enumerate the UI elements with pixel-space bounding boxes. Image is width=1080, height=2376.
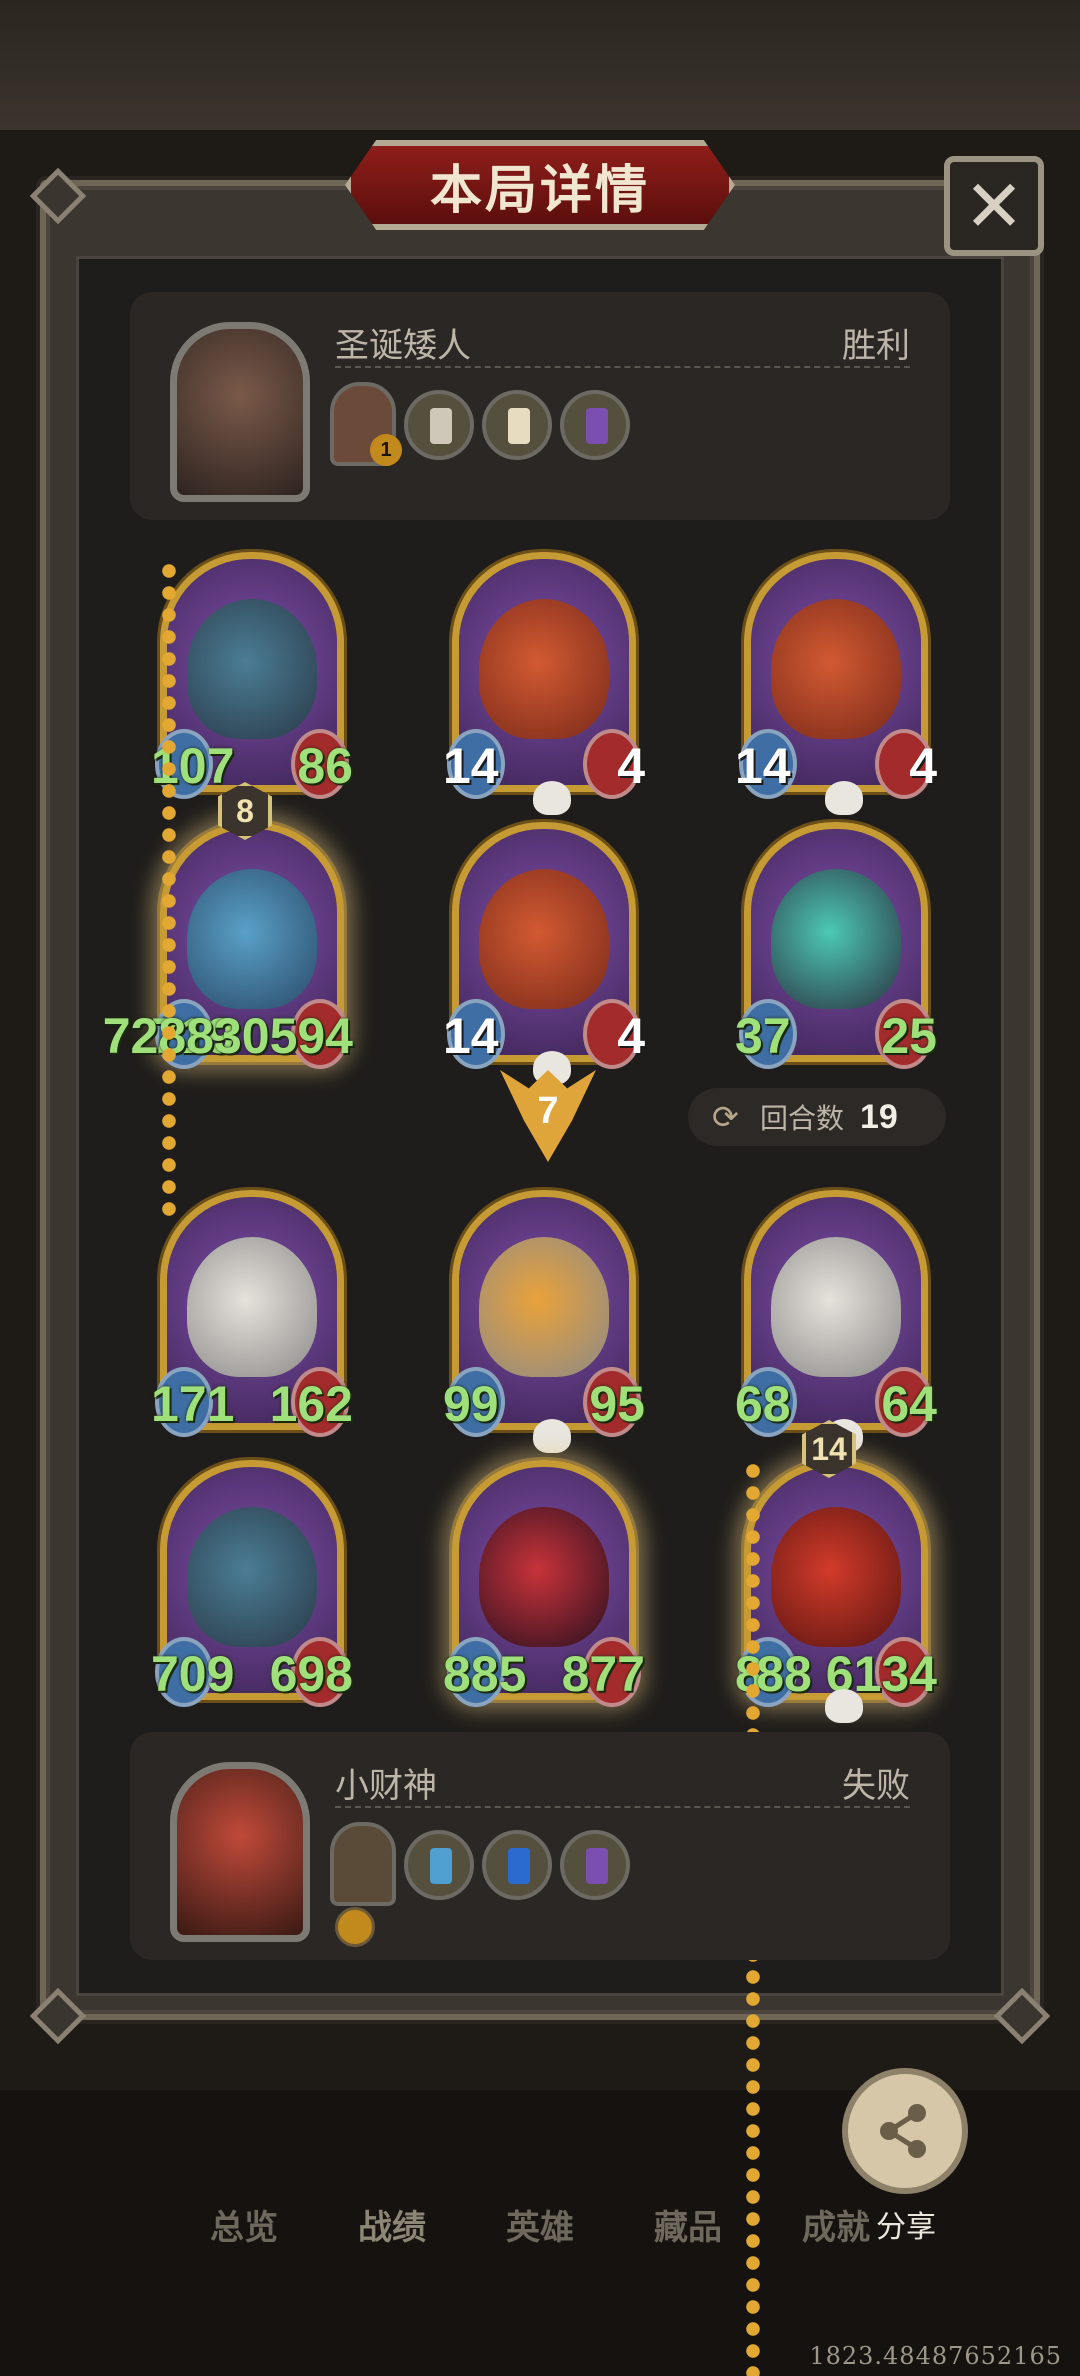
minion-card[interactable]: 99 95: [443, 1190, 645, 1453]
nav-tab-record[interactable]: 战绩: [358, 2200, 426, 2260]
skull-icon: [825, 1689, 863, 1723]
attack-value: 709: [151, 1646, 235, 1702]
nav-tab-collection[interactable]: 藏品: [654, 2200, 722, 2260]
skull-icon: [533, 781, 571, 815]
health-value: 4: [909, 738, 937, 794]
beast-minion-art: [187, 1507, 317, 1647]
nav-tab-achievements[interactable]: 成就: [802, 2200, 870, 2260]
fishbowl-item-icon[interactable]: [404, 1830, 474, 1900]
attack-marker-count: 7: [537, 1089, 559, 1132]
dragon-minion-art: [479, 599, 609, 739]
top-player-panel: 圣诞矮人 胜利 1: [130, 292, 950, 520]
player-items: 1: [330, 382, 630, 466]
player-avatar[interactable]: [170, 1762, 310, 1942]
demon-minion-art: [771, 1507, 901, 1647]
player-items: [330, 1822, 630, 1906]
rounds-label: 回合数: [760, 1103, 845, 1134]
close-button[interactable]: ✕: [944, 156, 1044, 256]
bottom-player-panel: 小财神 失败: [130, 1732, 950, 1960]
blue-minion-art: [187, 869, 317, 1009]
ticket-item-icon[interactable]: [404, 390, 474, 460]
attack-value: 14: [735, 738, 791, 794]
close-icon: ✕: [963, 167, 1025, 247]
health-value: 728830594: [102, 1008, 353, 1064]
minion-card[interactable]: 885 877: [443, 1460, 645, 1707]
nav-tab-overview[interactable]: 总览: [210, 2200, 278, 2260]
skull-icon: [533, 1419, 571, 1453]
attack-value: 14: [443, 738, 499, 794]
dragon-minion-art: [771, 599, 901, 739]
dialog-title-banner: 本局详情: [345, 140, 735, 230]
player-result: 胜利: [842, 327, 910, 365]
coordinate-readout: 1823.48487652165: [809, 2342, 1062, 2370]
dragon-minion-art: [479, 869, 609, 1009]
clown-minion-art: [479, 1507, 609, 1647]
dialog-title: 本局详情: [429, 161, 650, 220]
attack-value: 68: [735, 1376, 791, 1432]
background-top: [0, 0, 1080, 130]
share-button[interactable]: [842, 2068, 968, 2194]
player-name: 小财神: [335, 1767, 437, 1805]
attack-value: 171: [151, 1376, 235, 1432]
beast-minion-art: [187, 599, 317, 739]
bird2-minion-art: [479, 1237, 609, 1377]
rounds-value: 19: [860, 1097, 898, 1136]
minion-card[interactable]: 68 64: [735, 1190, 937, 1453]
health-value: 698: [269, 1646, 353, 1702]
minion-card[interactable]: 14 4: [443, 822, 645, 1085]
bird-minion-art: [187, 1237, 317, 1377]
health-value: 86: [297, 738, 353, 794]
health-value: 64: [881, 1376, 937, 1432]
share-icon: [880, 2104, 926, 2158]
health-value: 25: [881, 1008, 937, 1064]
attack-value: 885: [443, 1646, 527, 1702]
divider: [335, 366, 910, 368]
health-value: 162: [269, 1376, 353, 1432]
skull-icon: [825, 781, 863, 815]
refresh-icon: ⟳: [712, 1099, 739, 1135]
coin-emblem-icon: [335, 1907, 375, 1947]
health-value: 4: [617, 738, 645, 794]
minion-card[interactable]: 107 86: [151, 552, 353, 799]
player-name: 圣诞矮人: [335, 327, 471, 365]
blue-orb-item-icon[interactable]: [482, 1830, 552, 1900]
attack-value: 99: [443, 1376, 499, 1432]
health-value: 95: [589, 1376, 645, 1432]
bottom-nav: 总览 战绩 英雄 藏品 成就: [0, 2200, 1080, 2260]
ghost-minion-art: [771, 869, 901, 1009]
player-result: 失败: [842, 1767, 910, 1805]
scroll-item-icon[interactable]: [482, 390, 552, 460]
health-value: 4: [617, 1008, 645, 1064]
chain-decoration: [160, 560, 178, 1220]
minion-card[interactable]: 14 4: [443, 552, 645, 815]
nav-tab-heroes[interactable]: 英雄: [506, 2200, 574, 2260]
minion-card[interactable]: 14 4: [735, 552, 937, 815]
minion-card[interactable]: 719 728830594: [103, 822, 353, 1069]
player-avatar[interactable]: [170, 322, 310, 502]
card-item-icon[interactable]: [560, 390, 630, 460]
divider: [335, 1806, 910, 1808]
rounds-counter: ⟳ 回合数 19: [688, 1088, 946, 1146]
hero-card-icon[interactable]: [330, 1822, 396, 1906]
bird-minion-art: [771, 1237, 901, 1377]
minion-card[interactable]: 171 162: [151, 1190, 353, 1437]
hero-card-icon[interactable]: 1: [330, 382, 402, 466]
health-value: 877: [561, 1646, 645, 1702]
minion-card[interactable]: 37 25: [735, 822, 937, 1069]
minion-card[interactable]: 888 6134: [735, 1460, 937, 1723]
card-item-icon[interactable]: [560, 1830, 630, 1900]
minion-card[interactable]: 709 698: [151, 1460, 353, 1707]
attack-value: 37: [735, 1008, 791, 1064]
hero-level-badge: 1: [370, 434, 402, 466]
attack-value: 14: [443, 1008, 499, 1064]
